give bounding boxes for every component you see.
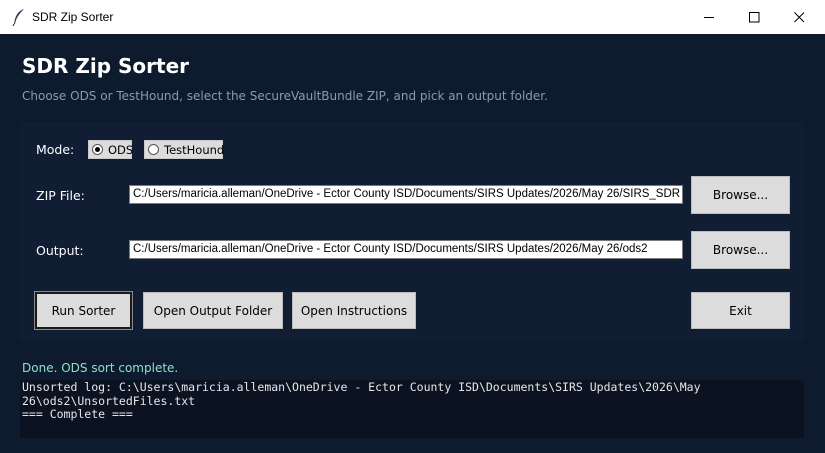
zip-file-input[interactable]: C:/Users/maricia.alleman/OneDrive - Ecto… xyxy=(129,185,683,204)
mode-radio-testhound[interactable]: TestHound xyxy=(144,140,225,159)
minimize-icon xyxy=(703,16,714,18)
window-title: SDR Zip Sorter xyxy=(32,10,114,24)
zip-browse-button[interactable]: Browse... xyxy=(691,176,790,214)
mode-label: Mode: xyxy=(36,142,75,157)
log-output[interactable]: Unsorted log: C:\Users\maricia.alleman\O… xyxy=(20,380,804,438)
app-heading: SDR Zip Sorter xyxy=(22,54,190,78)
minimize-button[interactable] xyxy=(686,0,732,34)
radio-unselected-icon xyxy=(148,144,159,155)
feather-icon xyxy=(12,9,24,26)
run-sorter-button[interactable]: Run Sorter xyxy=(34,291,133,330)
maximize-icon xyxy=(748,11,759,22)
app-subtitle: Choose ODS or TestHound, select the Secu… xyxy=(22,89,548,103)
mode-radio-ods[interactable]: ODS xyxy=(88,140,134,159)
radio-selected-icon xyxy=(92,144,103,155)
zip-file-label: ZIP File: xyxy=(36,188,85,203)
output-label: Output: xyxy=(36,243,84,258)
app-window-body: SDR Zip Sorter Choose ODS or TestHound, … xyxy=(0,34,825,453)
close-button[interactable] xyxy=(776,0,822,34)
exit-button[interactable]: Exit xyxy=(691,292,790,329)
mode-radio-testhound-label: TestHound xyxy=(164,142,225,157)
maximize-button[interactable] xyxy=(731,0,777,34)
open-instructions-button[interactable]: Open Instructions xyxy=(292,292,416,329)
output-browse-button[interactable]: Browse... xyxy=(691,231,790,269)
window-titlebar: SDR Zip Sorter xyxy=(0,0,825,35)
open-output-folder-button[interactable]: Open Output Folder xyxy=(143,292,283,329)
close-icon xyxy=(793,11,804,22)
mode-radio-ods-label: ODS xyxy=(108,142,134,157)
status-message: Done. ODS sort complete. xyxy=(22,361,179,375)
output-folder-input[interactable]: C:/Users/maricia.alleman/OneDrive - Ecto… xyxy=(129,240,683,259)
